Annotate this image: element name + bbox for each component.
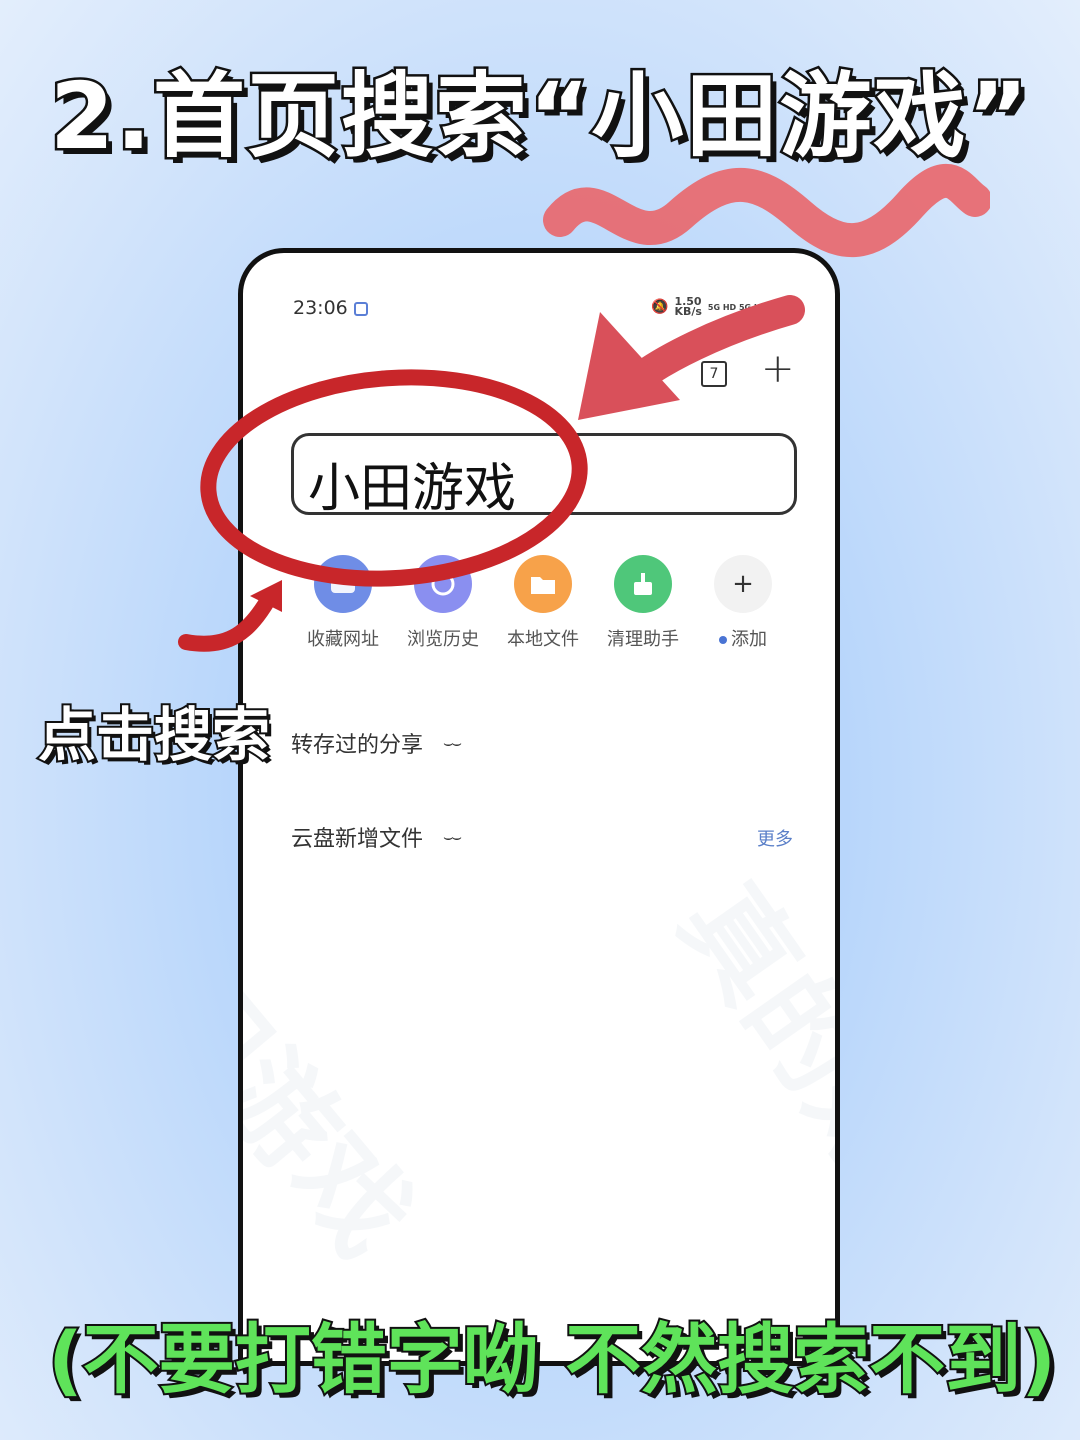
tab-count-button[interactable]: 7 [701, 361, 727, 387]
speed-unit: KB/s [674, 305, 702, 318]
typo-warning: (不要打错字呦 不然搜索不到) [46, 1313, 1058, 1406]
new-dot-icon [719, 636, 727, 644]
more-link[interactable]: 更多 [757, 825, 793, 851]
plus-icon: + [714, 555, 772, 613]
signal-indicator: 5G HD 5G HD [707, 302, 768, 312]
history-icon [414, 555, 472, 613]
bookmark-icon [314, 555, 372, 613]
section-title: 云盘新增文件 [291, 827, 424, 852]
shortcut-row: 收藏网址 浏览历史 本地文件 清理助手 + 添加 [293, 555, 793, 651]
shortcut-label: 清理助手 [607, 629, 679, 650]
add-label: 添加 [731, 629, 767, 650]
status-indicators: 🔕 1.50 KB/s 5G HD 5G HD [651, 296, 768, 318]
shortcut-label: 浏览历史 [407, 629, 479, 650]
search-query-text: 小田游戏 [308, 459, 517, 519]
shortcut-cleaner[interactable]: 清理助手 [593, 555, 693, 651]
tap-search-hint: 点击搜索 [36, 699, 272, 771]
new-tab-plus-icon[interactable]: + [761, 349, 795, 389]
search-input[interactable]: 小田游戏 [291, 433, 797, 519]
shortcut-add[interactable]: + 添加 [693, 555, 793, 651]
eye-closed-icon[interactable]: ⌣⌣ [443, 733, 462, 753]
network-speed: 1.50 KB/s [674, 296, 702, 318]
status-time: 23:06 [293, 297, 368, 319]
folder-icon [514, 555, 572, 613]
watermark-left: 小田游戏 [238, 859, 436, 1280]
clock-text: 23:06 [293, 297, 348, 319]
watermark-right: 真的好玩 [656, 861, 840, 1296]
section-saved-shares[interactable]: 转存过的分享 ⌣⌣ [291, 727, 462, 759]
headline-title: 2.首页搜索“小田游戏” [48, 61, 1031, 173]
shortcut-label: 添加 [719, 625, 767, 651]
shortcut-bookmarks[interactable]: 收藏网址 [293, 555, 393, 651]
notification-badge-icon [353, 301, 368, 316]
phone-screen: 小田游戏 真的好玩 23:06 🔕 1.50 KB/s 5G HD 5G HD … [238, 248, 840, 1366]
section-title: 转存过的分享 [291, 733, 424, 758]
shortcut-label: 收藏网址 [307, 629, 379, 650]
broom-icon [614, 555, 672, 613]
mute-bell-icon: 🔕 [651, 299, 669, 315]
shortcut-label: 本地文件 [507, 629, 579, 650]
section-cloud-new-files[interactable]: 云盘新增文件 ⌣⌣ [291, 821, 462, 853]
shortcut-history[interactable]: 浏览历史 [393, 555, 493, 651]
shortcut-local-files[interactable]: 本地文件 [493, 555, 593, 651]
eye-closed-icon[interactable]: ⌣⌣ [443, 827, 462, 847]
